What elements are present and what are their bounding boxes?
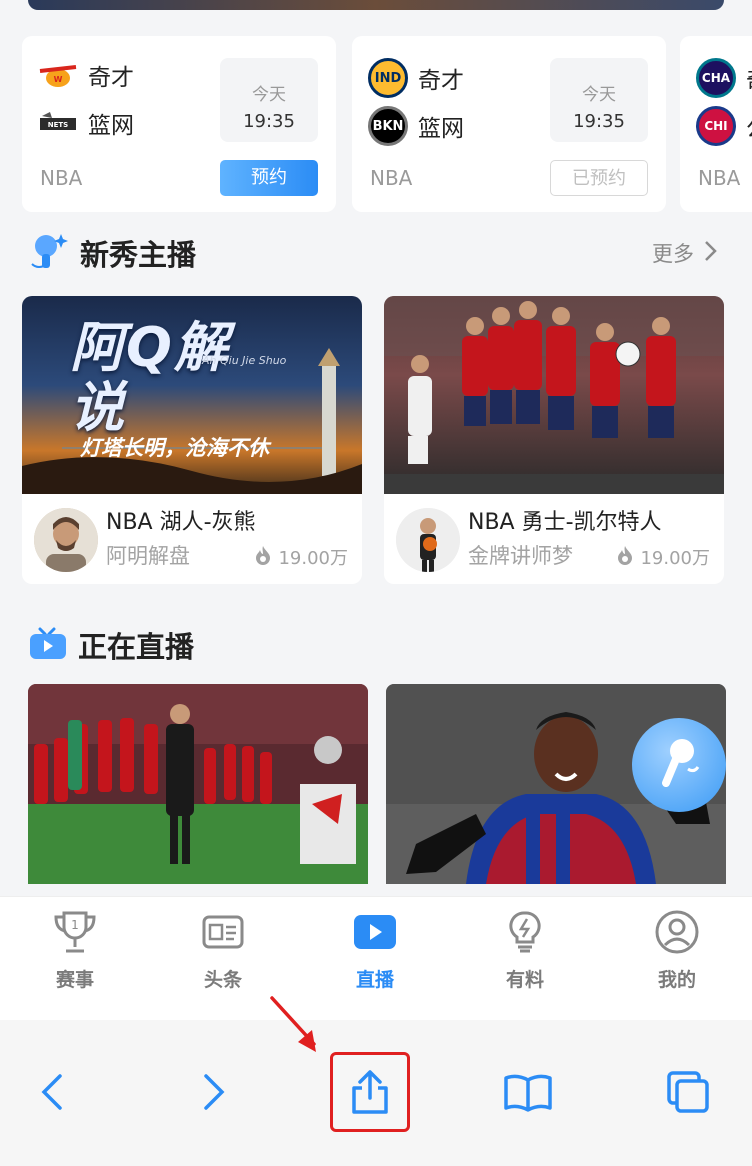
more-label: 更多 (652, 242, 694, 266)
reserve-button[interactable]: 预约 (220, 160, 318, 196)
annotation-arrow-icon (270, 996, 316, 1052)
home-team: IND 奇才 (368, 58, 464, 98)
match-time-box: 今天 19:35 (550, 58, 648, 142)
svg-text:W: W (54, 75, 63, 84)
tab-label: 我的 (657, 969, 696, 991)
away-team-name: 篮网 (88, 113, 134, 139)
back-button[interactable] (22, 1064, 82, 1124)
thumbnail-script: Ah Qiu Jie Shuo (202, 354, 287, 367)
tab-live[interactable]: 直播 (320, 909, 430, 992)
live-thumbnail (28, 684, 368, 884)
trophy-icon: 1 (52, 909, 98, 955)
live-section-header: 正在直播 (28, 624, 194, 666)
heat-value: 19.00万 (278, 548, 348, 569)
heat-value: 19.00万 (640, 548, 710, 569)
forward-button[interactable] (184, 1064, 244, 1124)
match-card[interactable]: IND 奇才 BKN 篮网 今天 19:35 NBA 已预约 (352, 36, 666, 212)
league-label: NBA (40, 166, 83, 190)
tab-label: 赛事 (55, 969, 94, 991)
microphone-icon (652, 733, 706, 797)
heat-count: 19.00万 (254, 544, 348, 570)
tv-icon (28, 625, 68, 665)
schedule-carousel[interactable]: W 奇才 NETS 篮网 今天 19:35 NBA 预约 IND 奇才 BKN … (22, 36, 752, 212)
tab-label: 直播 (355, 969, 394, 991)
home-team: CHA 奇 (696, 58, 752, 98)
away-team: NETS 篮网 (38, 106, 134, 140)
anchor-thumbnail: 阿Q解说 Ah Qiu Jie Shuo 灯塔长明，沧海不休 (22, 296, 362, 494)
svg-text:1: 1 (71, 918, 79, 932)
live-stream-card[interactable] (386, 684, 726, 884)
bulls-logo-icon: CHI (696, 106, 736, 146)
share-button-highlight (330, 1052, 410, 1132)
thumbnail-title: 阿Q解说 (70, 316, 230, 439)
rookie-section-header: 新秀主播 (28, 230, 196, 276)
away-team: BKN 篮网 (368, 106, 464, 146)
anchor-info: NBA 湖人-灰熊 阿明解盘 19.00万 (22, 494, 362, 584)
away-team: CHI 公 (696, 106, 752, 146)
stream-title: NBA 勇士-凯尔特人 (468, 510, 662, 535)
tab-me[interactable]: 我的 (622, 909, 732, 992)
match-time-box: 今天 19:35 (220, 58, 318, 142)
section-title: 正在直播 (78, 630, 195, 664)
anchor-thumbnail (384, 296, 724, 494)
home-team-name: 奇才 (418, 68, 464, 94)
play-icon (352, 909, 398, 955)
chevron-right-icon (704, 240, 718, 267)
live-stream-card[interactable] (28, 684, 368, 884)
tab-insights[interactable]: 有料 (470, 909, 580, 992)
tab-headlines[interactable]: 头条 (168, 909, 278, 992)
match-card[interactable]: CHA 奇 CHI 公 NBA (680, 36, 752, 212)
match-time: 19:35 (573, 111, 625, 132)
section-title: 新秀主播 (80, 238, 197, 272)
forward-icon (202, 1072, 226, 1116)
flame-icon (254, 545, 272, 570)
tab-label: 头条 (203, 969, 242, 991)
more-link[interactable]: 更多 (652, 238, 718, 268)
anchor-name: 金牌讲师梦 (468, 544, 573, 568)
svg-text:NETS: NETS (48, 121, 68, 129)
banner-bottom-edge (28, 0, 724, 10)
floating-mic-button[interactable] (632, 718, 726, 812)
heat-count: 19.00万 (616, 544, 710, 570)
away-team-name: 公 (746, 109, 752, 143)
match-day: 今天 (252, 85, 286, 105)
pacers-logo-icon: IND (368, 58, 408, 98)
away-team-name: 篮网 (418, 116, 464, 142)
home-team-name: 奇才 (88, 65, 134, 91)
bookmarks-button[interactable] (498, 1064, 558, 1124)
avatar (396, 508, 460, 572)
tab-events[interactable]: 1 赛事 (20, 909, 130, 992)
brooklyn-logo-icon: BKN (368, 106, 408, 146)
bookmarks-icon (503, 1072, 553, 1116)
tabs-icon (665, 1069, 711, 1119)
nets-logo-icon: NETS (38, 110, 78, 136)
lightbulb-icon (502, 909, 548, 955)
wizards-logo-icon: W (38, 62, 78, 88)
back-icon (40, 1072, 64, 1116)
match-day: 今天 (582, 85, 616, 105)
avatar (34, 508, 98, 572)
tab-label: 有料 (505, 969, 544, 991)
league-label: NBA (698, 166, 741, 190)
match-card[interactable]: W 奇才 NETS 篮网 今天 19:35 NBA 预约 (22, 36, 336, 212)
stream-title: NBA 湖人-灰熊 (106, 510, 256, 535)
home-team: W 奇才 (38, 58, 134, 92)
bottom-tab-bar: 1 赛事 头条 直播 有料 我的 (0, 896, 752, 1020)
anchor-name: 阿明解盘 (106, 544, 190, 568)
microphone-sparkle-icon (28, 230, 70, 276)
user-icon (654, 909, 700, 955)
anchor-info: NBA 勇士-凯尔特人 金牌讲师梦 19.00万 (384, 494, 724, 584)
league-label: NBA (370, 166, 413, 190)
match-time: 19:35 (243, 111, 295, 132)
news-card-icon (200, 909, 246, 955)
hornets-logo-icon: CHA (696, 58, 736, 98)
anchor-card[interactable]: NBA 勇士-凯尔特人 金牌讲师梦 19.00万 (384, 296, 724, 584)
flame-icon (616, 545, 634, 570)
home-team-name: 奇 (746, 61, 752, 95)
reserved-button[interactable]: 已预约 (550, 160, 648, 196)
thumbnail-subtitle: 灯塔长明，沧海不休 (80, 436, 269, 460)
anchor-card[interactable]: 阿Q解说 Ah Qiu Jie Shuo 灯塔长明，沧海不休 NBA 湖人-灰熊… (22, 296, 362, 584)
tabs-button[interactable] (658, 1064, 718, 1124)
